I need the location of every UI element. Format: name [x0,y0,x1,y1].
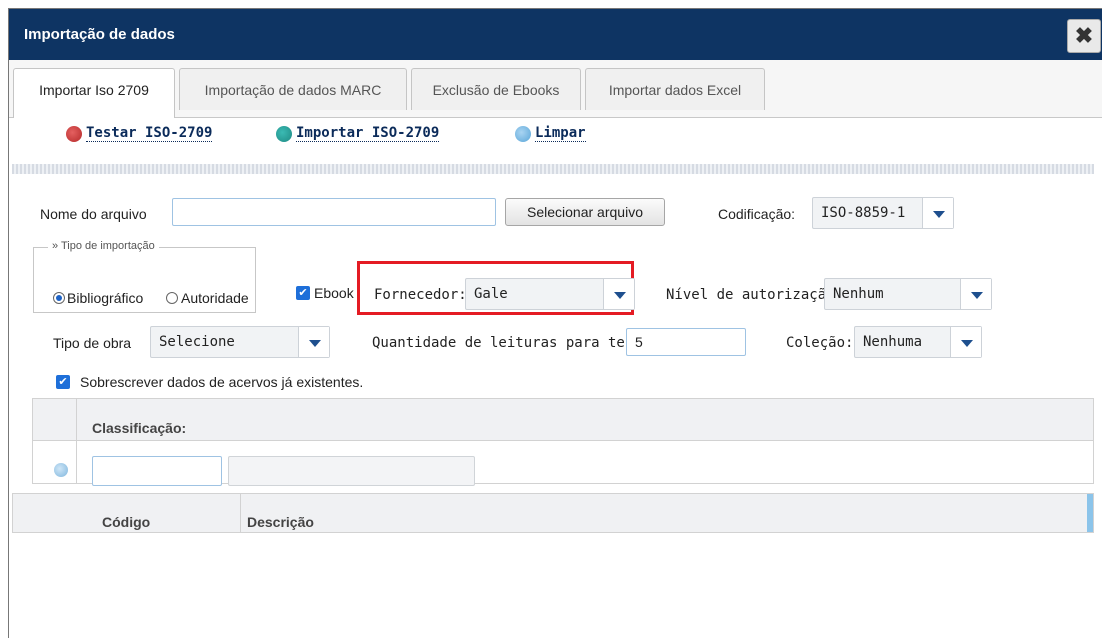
table-edge [1087,494,1093,532]
tab-importacao-marc[interactable]: Importação de dados MARC [179,68,407,110]
file-name-label: Nome do arquivo [40,206,147,222]
radio-bibliografico-label: Bibliográfico [67,290,144,306]
ebook-label: Ebook [314,285,354,301]
chevron-down-icon[interactable] [298,327,329,357]
collection-value: Nenhuma [863,334,923,350]
classification-header-label: Classificação: [92,420,187,436]
radio-autoridade[interactable] [166,292,178,304]
results-table-header [12,493,1094,533]
dialog-title: Importação de dados [24,26,175,43]
toolbar-separator [12,164,1094,174]
supplier-label: Fornecedor: [374,287,467,303]
collection-label: Coleção: [786,335,854,351]
supplier-select[interactable]: Gale [465,278,635,310]
column-header-codigo[interactable]: Código [102,514,150,530]
tab-importar-excel[interactable]: Importar dados Excel [585,68,765,110]
clear-icon [515,126,531,142]
import-iso-button[interactable]: Importar ISO-2709 [296,125,440,142]
radio-bibliografico[interactable] [53,292,65,304]
dialog-titlebar: Importação de dados ✖ [9,9,1102,60]
clear-button[interactable]: Limpar [535,125,586,142]
work-type-select[interactable]: Selecione [150,326,330,358]
encoding-select[interactable]: ISO-8859-1 [812,197,954,229]
tab-importar-iso-2709[interactable]: Importar Iso 2709 [13,68,175,118]
auth-level-label: Nível de autorização: [666,287,844,303]
classification-code-input[interactable] [92,456,222,486]
chevron-down-icon[interactable] [950,327,981,357]
auth-level-value: Nenhum [833,286,884,302]
overwrite-label: Sobrescrever dados de acervos já existen… [80,374,364,390]
classification-header [33,399,1093,441]
import-type-legend: » Tipo de importação [48,240,159,252]
work-type-value: Selecione [159,334,235,350]
overwrite-checkbox[interactable]: ✔ [56,375,70,389]
search-icon[interactable] [54,463,68,477]
tab-strip: Importar Iso 2709 Importação de dados MA… [9,60,1102,118]
test-icon [66,126,82,142]
select-file-button[interactable]: Selecionar arquivo [505,198,665,226]
encoding-label: Codificação: [718,206,796,222]
file-name-input[interactable] [172,198,496,226]
supplier-value: Gale [474,286,508,302]
work-type-label: Tipo de obra [53,335,132,351]
close-icon: ✖ [1074,23,1094,48]
encoding-value: ISO-8859-1 [821,205,906,221]
radio-autoridade-label: Autoridade [181,290,249,306]
chevron-down-icon[interactable] [922,198,953,228]
chevron-down-icon[interactable] [960,279,991,309]
import-dialog: Importação de dados ✖ Importar Iso 2709 … [8,8,1102,638]
import-icon [276,126,292,142]
classification-description-input [228,456,475,486]
close-button[interactable]: ✖ [1067,19,1101,53]
chevron-down-icon[interactable] [603,279,634,309]
test-reads-label: Quantidade de leituras para teste: [372,335,659,351]
test-reads-input[interactable]: 5 [626,328,746,356]
column-header-descricao[interactable]: Descrição [247,514,314,530]
ebook-checkbox[interactable]: ✔ [296,286,310,300]
test-iso-button[interactable]: Testar ISO-2709 [86,125,213,142]
collection-select[interactable]: Nenhuma [854,326,982,358]
tab-exclusao-ebooks[interactable]: Exclusão de Ebooks [411,68,581,110]
auth-level-select[interactable]: Nenhum [824,278,992,310]
